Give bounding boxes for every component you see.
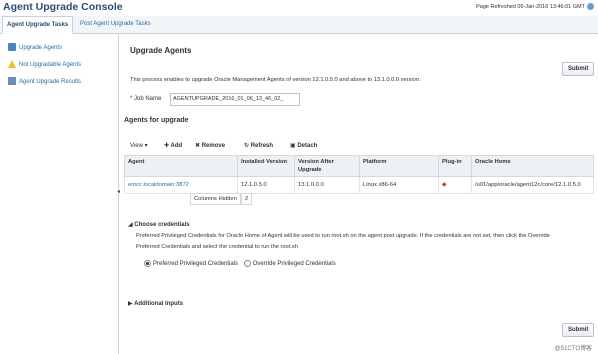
main-content: Upgrade Agents Submit This process enabl…	[124, 34, 595, 350]
panel-splitter[interactable]: ◂	[117, 188, 120, 196]
radio-preferred[interactable]: Preferred Privileged Credentials	[144, 260, 238, 267]
refresh-icon[interactable]	[587, 3, 594, 10]
submit-button-bottom[interactable]: Submit	[562, 323, 595, 337]
credentials-text-2: Preferred Credentials and select the cre…	[136, 244, 298, 250]
warning-icon	[8, 60, 16, 69]
add-button[interactable]: ✚ Add	[164, 142, 182, 149]
results-icon	[8, 77, 16, 86]
oracle-home: /u01/app/oracle/agent12c/core/12.1.0.5.0	[471, 176, 594, 194]
choose-credentials-header[interactable]: ◢ Choose credentials	[128, 221, 190, 228]
description-text: This process enables to upgrade Oracle M…	[130, 77, 421, 83]
plugin-cell[interactable]: ◆	[438, 176, 472, 194]
additional-inputs-header[interactable]: ▶ Additional Inputs	[128, 300, 183, 307]
section-title: Upgrade Agents	[130, 46, 192, 55]
column-header[interactable]: Plug-in	[438, 155, 472, 177]
credentials-text-1: Preferred Privileged Credentials for Ora…	[136, 233, 550, 239]
job-name-input[interactable]: AGENTUPGRADE_2016_01_06_13_46_02_	[170, 93, 300, 106]
table-row[interactable]: emcc.localdomain:3872 12.1.0.5.0 13.1.0.…	[124, 176, 594, 194]
page-title: Agent Upgrade Console	[3, 1, 123, 13]
columns-hidden-count: 2	[240, 193, 253, 205]
sidebar-item-not-upgradable-agents[interactable]: Not Upgradable Agents	[8, 59, 81, 71]
header: Agent Upgrade Console Page Refreshed 06-…	[0, 0, 598, 16]
version-after-upgrade: 13.1.0.0.0	[294, 176, 360, 194]
job-name-label: * Job Name	[130, 96, 162, 102]
radio-unselected-icon[interactable]	[243, 260, 251, 267]
agent-link[interactable]: emcc.localdomain:3872	[124, 176, 238, 194]
plugin-icon[interactable]: ◆	[442, 182, 446, 188]
tab-bar: Agent Upgrade Tasks Post Agent Upgrade T…	[0, 16, 598, 34]
columns-hidden-label: Columns Hidden	[190, 193, 241, 205]
table-header-row: Agent Installed Version Version After Up…	[124, 155, 594, 177]
agents-section-title: Agents for upgrade	[124, 117, 189, 124]
tab-agent-upgrade-tasks[interactable]: Agent Upgrade Tasks	[2, 16, 74, 34]
platform: Linux x86-64	[359, 176, 439, 194]
tab-post-agent-upgrade-tasks[interactable]: Post Agent Upgrade Tasks	[76, 16, 155, 32]
view-menu[interactable]: View ▾	[130, 142, 148, 149]
remove-button[interactable]: ✖ Remove	[195, 142, 225, 149]
columns-hidden-row: Columns Hidden 2	[190, 193, 253, 205]
table-toolbar: View ▾ ✚ Add ✖ Remove ↻ Refresh ▣ Detach	[124, 140, 594, 154]
sidebar-item-agent-upgrade-results[interactable]: Agent Upgrade Results	[8, 76, 81, 88]
column-header[interactable]: Version After Upgrade	[294, 155, 360, 177]
remove-icon: ✖	[195, 143, 202, 149]
refresh-button[interactable]: ↻ Refresh	[244, 142, 273, 149]
refresh-icon: ↻	[244, 143, 251, 149]
column-header[interactable]: Installed Version	[237, 155, 295, 177]
submit-button-top[interactable]: Submit	[562, 62, 595, 76]
agents-table: Agent Installed Version Version After Up…	[124, 155, 594, 194]
sidebar-item-upgrade-agents[interactable]: Upgrade Agents	[8, 42, 62, 54]
column-header[interactable]: Agent	[124, 155, 238, 177]
installed-version: 12.1.0.5.0	[237, 176, 295, 194]
page-refreshed: Page Refreshed 06-Jan-2016 13:46:01 GMT	[476, 3, 594, 10]
sidebar: Upgrade Agents Not Upgradable Agents Age…	[0, 34, 119, 354]
radio-selected-icon[interactable]	[144, 260, 151, 267]
column-header[interactable]: Platform	[359, 155, 439, 177]
radio-override[interactable]: Override Privileged Credentials	[243, 260, 336, 267]
detach-button[interactable]: ▣ Detach	[290, 142, 317, 149]
column-header[interactable]: Oracle Home	[471, 155, 594, 177]
credentials-radio-group: Preferred Privileged Credentials Overrid…	[144, 260, 336, 267]
watermark: @51CTO博客	[554, 346, 592, 352]
upgrade-icon	[8, 43, 16, 52]
